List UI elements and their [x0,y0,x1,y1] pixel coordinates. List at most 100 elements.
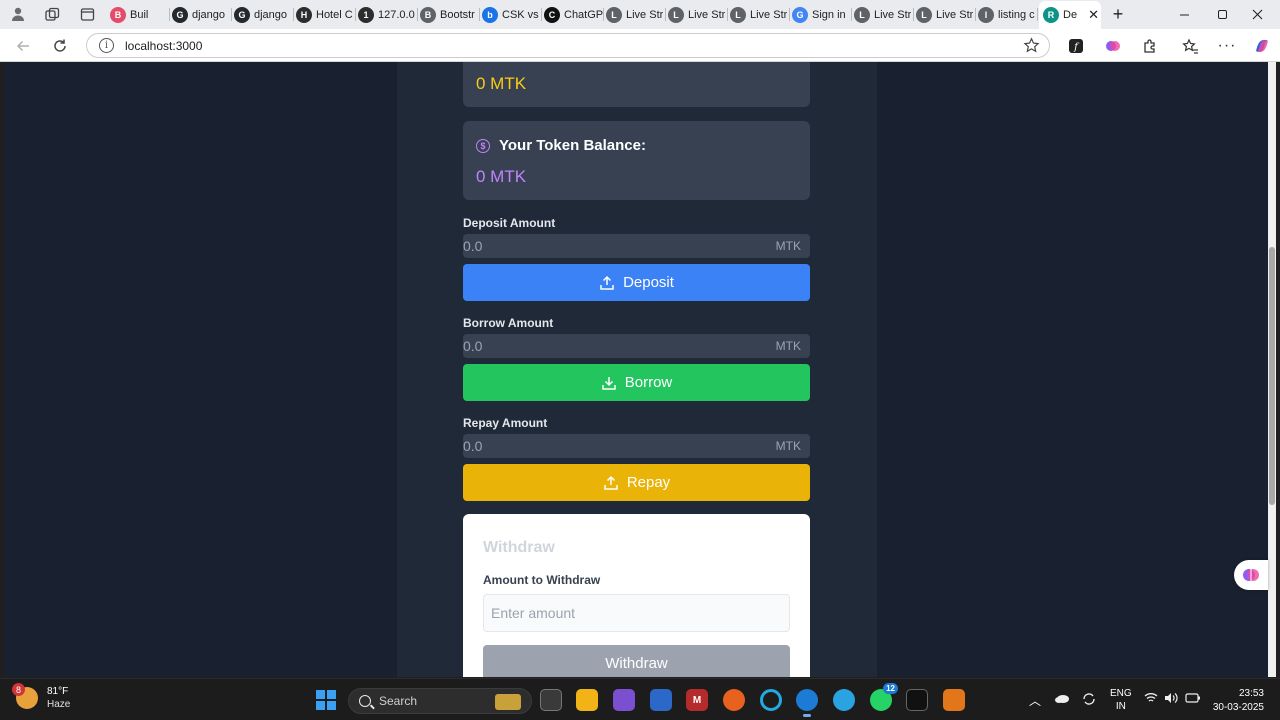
deposit-amount-input[interactable]: 0.0 MTK [463,234,810,258]
download-icon [601,376,616,390]
borrow-amount-input[interactable]: 0.0 MTK [463,334,810,358]
url-text: localhost:3000 [125,39,203,53]
tab-actions-icon[interactable] [76,4,98,24]
favorites-icon[interactable] [1180,36,1200,56]
repay-amount-label: Repay Amount [463,416,548,430]
language-line1: ENG [1110,688,1132,699]
tab-favicon-icon: 1 [358,6,374,23]
windows-start-icon[interactable] [316,690,336,710]
taskbar-search[interactable]: Search [348,688,532,714]
clock-time: 23:53 [1238,688,1264,699]
store-icon[interactable] [650,689,672,711]
mcafee-icon[interactable]: M [686,689,708,711]
browser-tab[interactable]: Gdjango [172,2,232,27]
favorite-star-icon[interactable] [1023,37,1040,59]
tab-close-icon[interactable]: ✕ [1088,7,1099,23]
minimize-icon[interactable] [1172,4,1196,24]
copilot-app-icon[interactable] [613,689,635,711]
profile-icon[interactable] [7,4,29,24]
browser-tab[interactable]: L Live Str [668,2,728,27]
task-view-icon[interactable] [540,689,562,711]
browser-tab[interactable]: L Live Str [854,2,914,27]
tab-favicon-icon: B [110,6,126,23]
scrollbar-thumb[interactable] [1269,247,1275,505]
browser-tab[interactable]: L Live Str [916,2,976,27]
extensions-puzzle-icon[interactable] [1140,36,1160,56]
browser-tab[interactable]: H Hotel C [296,2,356,27]
metamask-icon[interactable] [943,689,965,711]
tab-title: listing c [998,8,1035,21]
upload-icon [604,475,618,490]
borrow-button[interactable]: Borrow [463,364,810,401]
weather-widget[interactable]: 8 81°F Haze [12,683,71,711]
close-window-icon[interactable] [1245,4,1269,24]
browser-tab[interactable]: L Live Str [730,2,790,27]
tab-title: Sign in [812,8,846,21]
weather-condition: Haze [47,699,71,710]
tab-title: CSK vs [502,8,539,21]
assistant-float-button[interactable] [1234,560,1268,590]
workspaces-icon[interactable] [41,4,63,24]
copilot-icon[interactable] [1252,36,1272,56]
battery-icon[interactable] [1185,692,1201,707]
browser-tab[interactable]: B Bootstr [420,2,480,27]
tray-overflow-icon[interactable]: ︿ [1029,692,1041,709]
browser-tab[interactable]: G Sign in [792,2,852,27]
token-balance-amount: 0 MTK [476,167,527,186]
terminal-icon[interactable] [906,689,928,711]
deposit-button[interactable]: Deposit [463,264,810,301]
address-bar[interactable]: i localhost:3000 [86,33,1050,58]
token-balance-title: $ Your Token Balance: [476,137,646,154]
tab-active[interactable]: R De ✕ [1039,1,1101,29]
brain-extension-icon[interactable] [1103,36,1123,56]
tab-title: django [254,8,288,21]
withdraw-placeholder: Enter amount [491,605,576,621]
tab-favicon-icon: B [420,6,436,23]
window-border-right [1276,62,1280,678]
refresh-icon[interactable] [49,35,71,57]
tab-title: De [1063,9,1078,21]
onedrive-icon[interactable] [1054,692,1070,707]
deposit-amount-label: Deposit Amount [463,216,556,230]
withdraw-button[interactable]: Withdraw [483,645,790,677]
maximize-icon[interactable] [1210,4,1234,24]
tab-favicon-icon: G [234,6,250,23]
new-tab-icon[interactable]: + [1106,4,1130,24]
language-indicator[interactable]: ENG IN [1110,687,1132,713]
system-clock[interactable]: 23:53 30-03-2025 [1213,687,1264,715]
browser-tab[interactable]: B Buil [110,2,170,27]
page-scrollbar[interactable] [1268,62,1276,677]
back-icon[interactable] [12,35,34,57]
volume-icon[interactable] [1164,692,1178,707]
edge-icon[interactable] [796,689,818,717]
repay-button[interactable]: Repay [463,464,810,501]
browser-tab[interactable]: b CSK vs [482,2,542,27]
cortana-icon[interactable] [760,689,782,711]
pool-balance-amount: 0 MTK [476,74,527,93]
browser-tab[interactable]: 1 127.0.0 [358,2,418,27]
withdraw-amount-input[interactable]: Enter amount [483,594,790,632]
browser-tab[interactable]: L Live Str [606,2,666,27]
whatsapp-icon[interactable]: 12 [870,683,898,711]
firefox-icon[interactable] [723,689,745,711]
token-balance-card: $ Your Token Balance: 0 MTK [463,121,810,200]
repay-amount-input[interactable]: 0.0 MTK [463,434,810,458]
tab-strip: B Buil Gdjango Gdjango H Hotel C 1 127.0.0 B Boot… [0,0,1280,29]
chrome-beta-icon[interactable] [833,689,855,711]
wifi-icon[interactable] [1144,692,1158,707]
browser-tab[interactable]: Gdjango [234,2,294,27]
browser-tab[interactable]: C ChatGP [544,2,604,27]
tab-favicon-icon: b [482,6,498,23]
tab-title: 127.0.0 [378,8,415,21]
site-info-icon[interactable]: i [99,38,114,53]
tab-favicon-icon: L [606,6,622,23]
file-explorer-icon[interactable] [576,689,598,711]
borrow-amount-value: 0.0 [463,338,483,354]
sync-icon[interactable] [1081,691,1097,710]
browser-tab[interactable]: l listing c [978,2,1038,27]
function-extension-icon[interactable]: f [1066,36,1086,56]
more-menu-icon[interactable]: ··· [1217,36,1237,56]
weather-sun-icon: 8 [12,683,38,709]
language-line2: IN [1115,701,1126,712]
tab-favicon-icon: L [730,6,746,23]
